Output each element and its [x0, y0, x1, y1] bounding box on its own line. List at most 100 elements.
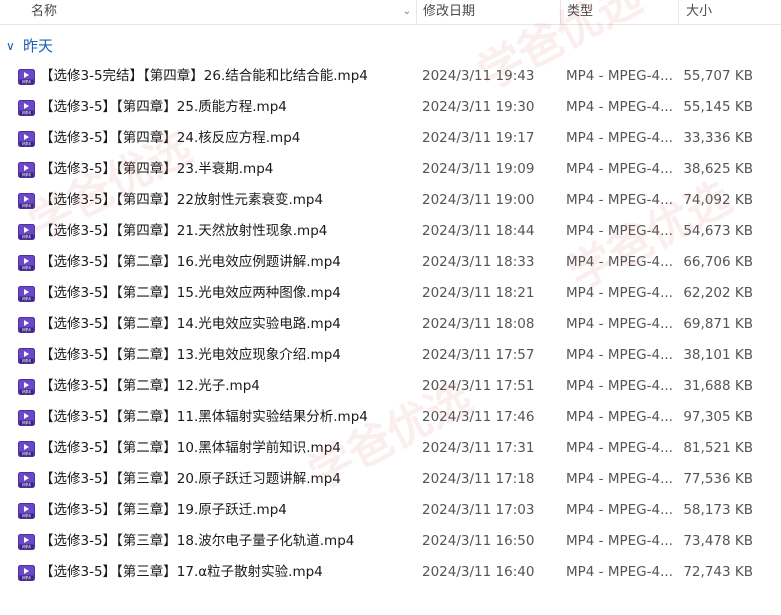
file-row[interactable]: MP4 【选修3-5】【第四章】22放射性元素衰变.mp4 2024/3/11 19… — [0, 185, 781, 215]
chevron-down-icon[interactable]: ⌄ — [401, 5, 413, 19]
group-label: 昨天 — [23, 37, 54, 55]
svg-text:MP4: MP4 — [22, 203, 31, 208]
svg-text:MP4: MP4 — [22, 513, 31, 518]
file-size: 55,145 KB — [683, 99, 753, 115]
file-size: 81,521 KB — [683, 440, 753, 456]
file-name: 【选修3-5完结】【第四章】26.结合能和比结合能.mp4 — [40, 68, 368, 84]
column-header-bar: 名称 ⌄ 修改日期 类型 大小 — [0, 0, 781, 25]
column-header-type[interactable]: 类型 — [560, 0, 678, 24]
video-file-icon: MP4 — [18, 224, 35, 240]
file-size: 31,688 KB — [683, 378, 753, 394]
file-size: 72,743 KB — [683, 564, 753, 580]
video-file-icon: MP4 — [18, 193, 35, 209]
file-date: 2024/3/11 17:51 — [422, 378, 535, 394]
file-type: MP4 - MPEG-4... — [566, 533, 673, 549]
video-file-icon: MP4 — [18, 131, 35, 147]
file-size: 66,706 KB — [683, 254, 753, 270]
svg-text:MP4: MP4 — [22, 544, 31, 549]
file-size: 38,625 KB — [683, 161, 753, 177]
column-header-name[interactable]: 名称 — [0, 0, 416, 24]
file-row[interactable]: MP4 【选修3-5】【第四章】25.质能方程.mp4 2024/3/11 19:3… — [0, 92, 781, 122]
file-name: 【选修3-5】【第二章】12.光子.mp4 — [40, 378, 260, 394]
video-file-icon: MP4 — [18, 472, 35, 488]
video-file-icon: MP4 — [18, 286, 35, 302]
file-row[interactable]: MP4 【选修3-5】【第二章】15.光电效应两种图像.mp4 2024/3/11 … — [0, 278, 781, 308]
file-row[interactable]: MP4 【选修3-5】【第二章】10.黑体辐射学前知识.mp4 2024/3/11 … — [0, 433, 781, 463]
file-type: MP4 - MPEG-4... — [566, 378, 673, 394]
svg-text:MP4: MP4 — [22, 110, 31, 115]
video-file-icon: MP4 — [18, 255, 35, 271]
video-file-icon: MP4 — [18, 348, 35, 364]
file-date: 2024/3/11 18:44 — [422, 223, 535, 239]
svg-text:MP4: MP4 — [22, 141, 31, 146]
video-file-icon: MP4 — [18, 410, 35, 426]
file-date: 2024/3/11 19:43 — [422, 68, 535, 84]
file-type: MP4 - MPEG-4... — [566, 409, 673, 425]
file-type: MP4 - MPEG-4... — [566, 440, 673, 456]
file-type: MP4 - MPEG-4... — [566, 564, 673, 580]
file-size: 33,336 KB — [683, 130, 753, 146]
video-file-icon: MP4 — [18, 100, 35, 116]
file-row[interactable]: MP4 【选修3-5】【第三章】17.α粒子散射实验.mp4 2024/3/11 1… — [0, 557, 781, 587]
file-name: 【选修3-5】【第四章】25.质能方程.mp4 — [40, 99, 287, 115]
video-file-icon: MP4 — [18, 69, 35, 85]
file-name: 【选修3-5】【第二章】15.光电效应两种图像.mp4 — [40, 285, 341, 301]
svg-text:MP4: MP4 — [22, 420, 31, 425]
file-date: 2024/3/11 17:31 — [422, 440, 535, 456]
file-type: MP4 - MPEG-4... — [566, 68, 673, 84]
file-name: 【选修3-5】【第二章】10.黑体辐射学前知识.mp4 — [40, 440, 341, 456]
file-row[interactable]: MP4 【选修3-5】【第二章】14.光电效应实验电路.mp4 2024/3/11 … — [0, 309, 781, 339]
file-date: 2024/3/11 17:57 — [422, 347, 535, 363]
file-type: MP4 - MPEG-4... — [566, 99, 673, 115]
file-name: 【选修3-5】【第三章】20.原子跃迁习题讲解.mp4 — [40, 471, 341, 487]
file-row[interactable]: MP4 【选修3-5】【第四章】23.半衰期.mp4 2024/3/11 19:09… — [0, 154, 781, 184]
group-header-yesterday[interactable]: ∨ 昨天 — [0, 34, 781, 58]
file-name: 【选修3-5】【第三章】18.波尔电子量子化轨道.mp4 — [40, 533, 355, 549]
file-type: MP4 - MPEG-4... — [566, 192, 673, 208]
chevron-down-icon[interactable]: ∨ — [6, 34, 15, 58]
column-header-date[interactable]: 修改日期 — [416, 0, 560, 24]
file-row[interactable]: MP4 【选修3-5】【第三章】19.原子跃迁.mp4 2024/3/11 17:0… — [0, 495, 781, 525]
video-file-icon: MP4 — [18, 379, 35, 395]
file-name: 【选修3-5】【第三章】19.原子跃迁.mp4 — [40, 502, 287, 518]
video-file-icon: MP4 — [18, 441, 35, 457]
file-size: 77,536 KB — [683, 471, 753, 487]
file-row[interactable]: MP4 【选修3-5】【第四章】21.天然放射性现象.mp4 2024/3/11 1… — [0, 216, 781, 246]
svg-text:MP4: MP4 — [22, 296, 31, 301]
file-type: MP4 - MPEG-4... — [566, 285, 673, 301]
video-file-icon: MP4 — [18, 162, 35, 178]
file-row[interactable]: MP4 【选修3-5】【第四章】24.核反应方程.mp4 2024/3/11 19:… — [0, 123, 781, 153]
column-header-size[interactable]: 大小 — [678, 0, 781, 24]
file-type: MP4 - MPEG-4... — [566, 502, 673, 518]
file-row[interactable]: MP4 【选修3-5】【第三章】20.原子跃迁习题讲解.mp4 2024/3/11 … — [0, 464, 781, 494]
file-date: 2024/3/11 17:03 — [422, 502, 535, 518]
file-row[interactable]: MP4 【选修3-5】【第二章】12.光子.mp4 2024/3/11 17:51 M… — [0, 371, 781, 401]
file-name: 【选修3-5】【第四章】23.半衰期.mp4 — [40, 161, 274, 177]
file-row[interactable]: MP4 【选修3-5】【第二章】16.光电效应例题讲解.mp4 2024/3/11 … — [0, 247, 781, 277]
file-row[interactable]: MP4 【选修3-5】【第三章】18.波尔电子量子化轨道.mp4 2024/3/11… — [0, 526, 781, 556]
file-date: 2024/3/11 18:08 — [422, 316, 535, 332]
file-row[interactable]: MP4 【选修3-5】【第二章】11.黑体辐射实验结果分析.mp4 2024/3/1… — [0, 402, 781, 432]
svg-text:MP4: MP4 — [22, 389, 31, 394]
svg-text:MP4: MP4 — [22, 79, 31, 84]
file-size: 74,092 KB — [683, 192, 753, 208]
file-date: 2024/3/11 19:09 — [422, 161, 535, 177]
file-size: 97,305 KB — [683, 409, 753, 425]
svg-text:MP4: MP4 — [22, 234, 31, 239]
file-type: MP4 - MPEG-4... — [566, 130, 673, 146]
file-type: MP4 - MPEG-4... — [566, 223, 673, 239]
file-row[interactable]: MP4 【选修3-5完结】【第四章】26.结合能和比结合能.mp4 2024/3/1… — [0, 61, 781, 91]
file-date: 2024/3/11 18:33 — [422, 254, 535, 270]
file-date: 2024/3/11 18:21 — [422, 285, 535, 301]
file-size: 55,707 KB — [683, 68, 753, 84]
file-name: 【选修3-5】【第二章】11.黑体辐射实验结果分析.mp4 — [40, 409, 368, 425]
file-row[interactable]: MP4 【选修3-5】【第二章】13.光电效应现象介绍.mp4 2024/3/11 … — [0, 340, 781, 370]
file-date: 2024/3/11 19:30 — [422, 99, 535, 115]
file-date: 2024/3/11 17:18 — [422, 471, 535, 487]
file-size: 62,202 KB — [683, 285, 753, 301]
file-size: 54,673 KB — [683, 223, 753, 239]
file-name: 【选修3-5】【第四章】24.核反应方程.mp4 — [40, 130, 301, 146]
file-date: 2024/3/11 16:50 — [422, 533, 535, 549]
file-type: MP4 - MPEG-4... — [566, 316, 673, 332]
svg-text:MP4: MP4 — [22, 358, 31, 363]
